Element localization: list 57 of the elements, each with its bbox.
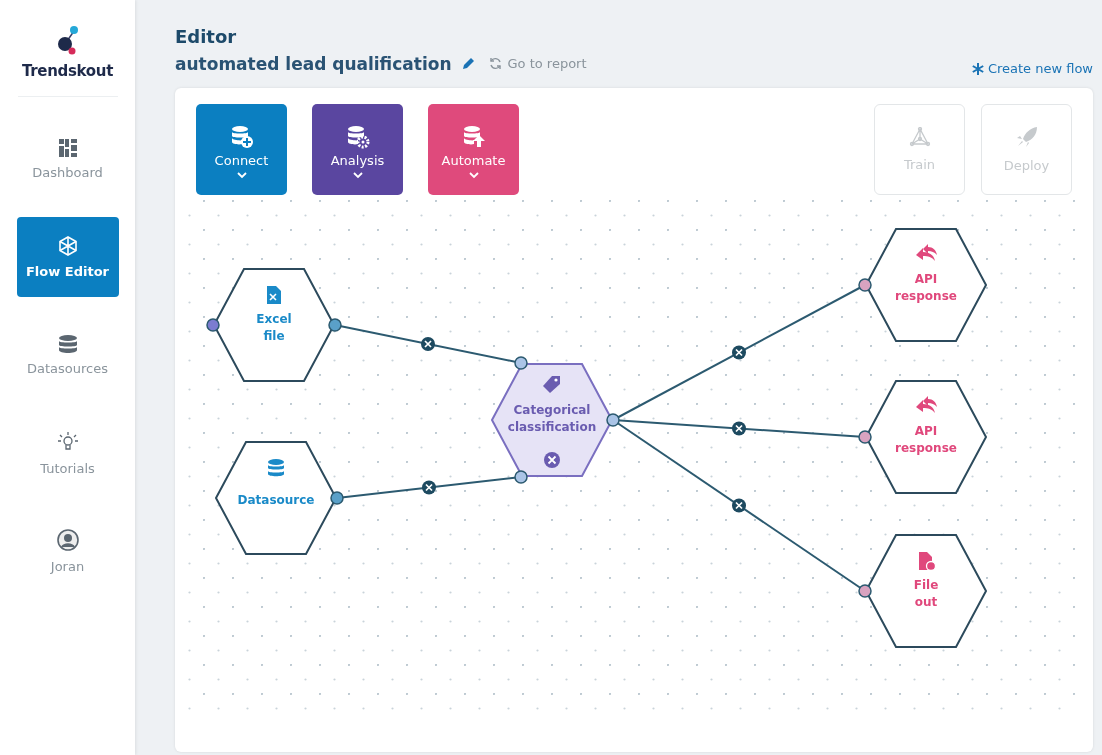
database-plus-icon	[229, 125, 254, 149]
node-label: API response	[895, 424, 957, 455]
sidebar-item[interactable]: Dashboard	[16, 119, 119, 199]
database-icon	[57, 334, 78, 353]
remove-link-icon[interactable]	[732, 421, 746, 436]
database-icon	[268, 459, 284, 477]
reply-all-icon	[916, 244, 937, 261]
connection-port[interactable]	[858, 430, 872, 444]
chevron-down-icon	[468, 172, 479, 179]
connection-port[interactable]	[206, 318, 220, 332]
spreadsheet-file-icon	[267, 286, 281, 304]
category-button[interactable]: Connect	[196, 104, 287, 195]
connection-port[interactable]	[330, 491, 344, 505]
avatar-icon	[56, 528, 79, 551]
logo-icon	[55, 24, 80, 56]
page-heading: Editor	[175, 26, 238, 47]
connection-port[interactable]	[328, 318, 342, 332]
logo-text: Trendskout	[21, 62, 114, 80]
pencil-icon[interactable]	[461, 57, 475, 70]
node-label: Categorical classification	[507, 403, 597, 434]
connection-port[interactable]	[606, 413, 620, 427]
rocket-icon	[1015, 126, 1038, 148]
connection-port[interactable]	[858, 278, 872, 292]
reply-all-icon	[916, 396, 937, 413]
node-label: Excel file	[256, 312, 292, 343]
report-link[interactable]: Go to report	[488, 56, 587, 71]
network-icon	[57, 235, 78, 256]
sidebar-item[interactable]: Flow Editor	[16, 217, 119, 297]
file-export-icon	[919, 552, 937, 572]
dashboard-icon	[58, 138, 77, 157]
chevron-down-icon	[352, 172, 363, 179]
tag-icon	[543, 376, 560, 393]
connection-port[interactable]	[514, 356, 528, 370]
flow-title: automated lead qualification	[175, 53, 452, 74]
connection-port[interactable]	[514, 470, 528, 484]
node-label: API response	[895, 272, 957, 303]
network-icon	[908, 127, 931, 147]
node-label: Datasource	[237, 493, 315, 507]
sidebar-item[interactable]: Datasources	[16, 315, 119, 395]
sidebar-item[interactable]: Joran	[16, 511, 119, 591]
remove-link-icon[interactable]	[422, 480, 436, 495]
node-label: File out	[913, 578, 939, 609]
connection-port[interactable]	[858, 584, 872, 598]
asterisk-icon	[971, 62, 984, 75]
remove-link-icon[interactable]	[421, 337, 435, 351]
remove-link-icon[interactable]	[732, 345, 746, 360]
lightbulb-icon	[56, 430, 79, 453]
refresh-icon	[488, 57, 502, 70]
remove-link-icon[interactable]	[732, 498, 746, 513]
category-button[interactable]: Automate	[428, 104, 519, 195]
database-upload-icon	[461, 125, 486, 149]
chevron-down-icon	[236, 172, 247, 179]
sidebar-item[interactable]: Tutorials	[16, 413, 119, 493]
remove-node-icon[interactable]	[544, 452, 560, 468]
database-gear-icon	[345, 125, 370, 149]
create-flow-link[interactable]: Create new flow	[971, 61, 1093, 76]
category-button[interactable]: Analysis	[312, 104, 403, 195]
